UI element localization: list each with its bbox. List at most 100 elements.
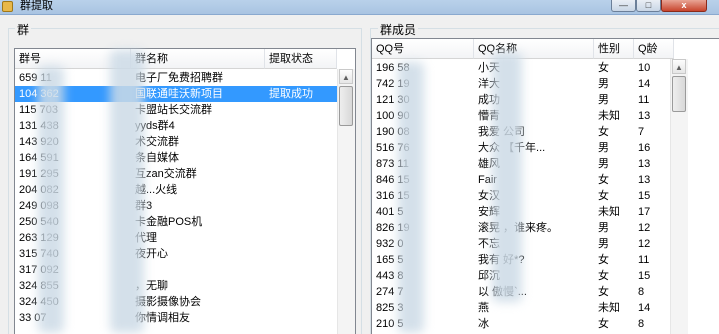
- group-row[interactable]: 315 740夜开心: [15, 246, 355, 262]
- scroll-thumb[interactable]: [672, 76, 686, 112]
- groups-header: 群号 群名称 提取状态: [15, 49, 355, 69]
- gender-cell: 女: [598, 286, 609, 298]
- qq-age-cell: 12: [638, 222, 651, 234]
- group-row[interactable]: 115 703卡盟站长交流群: [15, 102, 355, 118]
- group-name-cell: 夜开心: [135, 248, 168, 260]
- extract-status-cell: [265, 310, 337, 326]
- column-header-qq-age[interactable]: Q龄: [634, 39, 674, 59]
- title-bar: 群提取 — □ x: [0, 0, 719, 15]
- members-header: QQ号 QQ名称 性别 Q龄: [372, 39, 719, 59]
- extract-status-cell: [265, 118, 337, 134]
- qq-age-cell: 10: [638, 62, 651, 74]
- gender-cell: 男: [598, 158, 609, 170]
- groups-listview[interactable]: 群号 群名称 提取状态 659 11电子厂免费招聘群104 362国联通哇沃新项…: [14, 48, 356, 334]
- group-name-cell: 卡金融POS机: [135, 216, 203, 228]
- gender-cell: 未知: [598, 110, 620, 122]
- extract-status-cell: [265, 166, 337, 182]
- qq-age-cell: 7: [638, 126, 645, 138]
- qq-age-cell: 15: [638, 270, 651, 282]
- gender-cell: 男: [598, 78, 609, 90]
- members-rows: 196 58 小天女 10 742 19 洋大男 14 121 30 成功男 11 100 90 懵…: [372, 60, 719, 332]
- groups-scrollbar[interactable]: ▲: [337, 69, 355, 334]
- group-row[interactable]: 250 540卡金融POS机: [15, 214, 355, 230]
- qq-age-cell: 17: [638, 206, 651, 218]
- group-name-cell: 国联通哇沃新项目: [131, 86, 265, 102]
- redaction-blur: [38, 66, 64, 333]
- groups-label: 群: [15, 21, 32, 38]
- gender-cell: 女: [598, 318, 609, 330]
- member-row[interactable]: 210 5冰女8: [372, 316, 719, 332]
- column-header-extract-status[interactable]: 提取状态: [265, 49, 337, 69]
- member-row[interactable]: 121 30 成功男 11: [372, 92, 719, 108]
- maximize-button[interactable]: □: [636, 0, 661, 12]
- member-row[interactable]: 846 15 Fair 女 13: [372, 172, 719, 188]
- qq-age-cell: 13: [638, 158, 651, 170]
- group-row[interactable]: 204 082越...火线: [15, 182, 355, 198]
- close-button[interactable]: x: [661, 0, 707, 12]
- scroll-up-icon[interactable]: ▲: [672, 59, 686, 74]
- group-row[interactable]: 104 362国联通哇沃新项目提取成功: [15, 86, 355, 102]
- member-row[interactable]: 516 76 大众 【千年... 男 16: [372, 140, 719, 156]
- member-row[interactable]: 100 90 懵青 未知 13: [372, 108, 719, 124]
- group-name-cell: 代理: [135, 232, 157, 244]
- qq-age-cell: 11: [638, 94, 650, 106]
- group-row[interactable]: 249 098群3: [15, 198, 355, 214]
- group-name-cell: 电子厂免费招聘群: [135, 72, 223, 84]
- group-name-cell: 摄影摄像协会: [135, 296, 201, 308]
- member-row[interactable]: 742 19 洋大男 14: [372, 76, 719, 92]
- member-row[interactable]: 190 08我爱 公司女7: [372, 124, 719, 140]
- member-row[interactable]: 825 3 燕未知 14: [372, 300, 719, 316]
- scroll-thumb[interactable]: [339, 86, 353, 126]
- gender-cell: 女: [598, 174, 609, 186]
- extract-status-cell: [265, 70, 337, 86]
- member-row[interactable]: 873 11 雄风男 13: [372, 156, 719, 172]
- column-header-qq-number[interactable]: QQ号: [372, 39, 474, 59]
- group-row[interactable]: 191 295互zan交流群: [15, 166, 355, 182]
- member-row[interactable]: 316 15 女汉女 15: [372, 188, 719, 204]
- redaction-blur: [492, 52, 522, 302]
- member-row[interactable]: 932 0 不忘男 12: [372, 236, 719, 252]
- qq-age-cell: 12: [638, 238, 651, 250]
- group-name-cell: 卡盟站长交流群: [135, 104, 212, 116]
- qq-age-cell: 8: [638, 318, 645, 330]
- extract-status-cell: [265, 230, 337, 246]
- group-row[interactable]: 317 092: [15, 262, 355, 278]
- extract-status-cell: [265, 214, 337, 230]
- extract-status-cell: [265, 102, 337, 118]
- member-row[interactable]: 196 58 小天女 10: [372, 60, 719, 76]
- column-header-group-name[interactable]: 群名称: [131, 49, 265, 69]
- member-row[interactable]: 826 19 滚晃 ，谁来疼。男 12: [372, 220, 719, 236]
- minimize-button[interactable]: —: [611, 0, 636, 12]
- gender-cell: 未知: [598, 302, 620, 314]
- group-name-cell: yyds群4: [135, 120, 175, 132]
- group-row[interactable]: 33 07 你情调相友: [15, 310, 355, 326]
- member-row[interactable]: 165 5我有 好*?女11: [372, 252, 719, 268]
- extract-status-cell: [265, 150, 337, 166]
- group-row[interactable]: 324 855，无聊: [15, 278, 355, 294]
- gender-cell: 男: [598, 94, 609, 106]
- qq-age-cell: 14: [638, 302, 651, 314]
- group-row[interactable]: 263 129代理: [15, 230, 355, 246]
- group-row[interactable]: 324 450摄影摄像协会: [15, 294, 355, 310]
- redaction-blur: [398, 62, 424, 333]
- member-row[interactable]: 274 7以 傲慢`...女8: [372, 284, 719, 300]
- qq-age-cell: 15: [638, 190, 651, 202]
- column-header-gender[interactable]: 性别: [594, 39, 634, 59]
- group-row[interactable]: 659 11 电子厂免费招聘群: [15, 70, 355, 86]
- group-row[interactable]: 143 920术交流群: [15, 134, 355, 150]
- group-row[interactable]: 131 438yyds群4: [15, 118, 355, 134]
- extract-status-cell: [265, 278, 337, 294]
- members-label: 群成员: [378, 21, 419, 38]
- scroll-up-icon[interactable]: ▲: [339, 69, 353, 84]
- extract-status-cell: [265, 198, 337, 214]
- extract-status-cell: [265, 294, 337, 310]
- group-row[interactable]: 164 591条自媒体: [15, 150, 355, 166]
- qq-age-cell: 13: [638, 174, 651, 186]
- gender-cell: 女: [598, 126, 609, 138]
- member-row[interactable]: 401 5 安辉 未知 17: [372, 204, 719, 220]
- member-row[interactable]: 443 8 邱沉女 15: [372, 268, 719, 284]
- members-scrollbar[interactable]: ▲: [670, 59, 688, 334]
- gender-cell: 未知: [598, 206, 620, 218]
- group-name-cell: 你情调相友: [135, 312, 190, 324]
- window-title: 群提取: [20, 0, 53, 12]
